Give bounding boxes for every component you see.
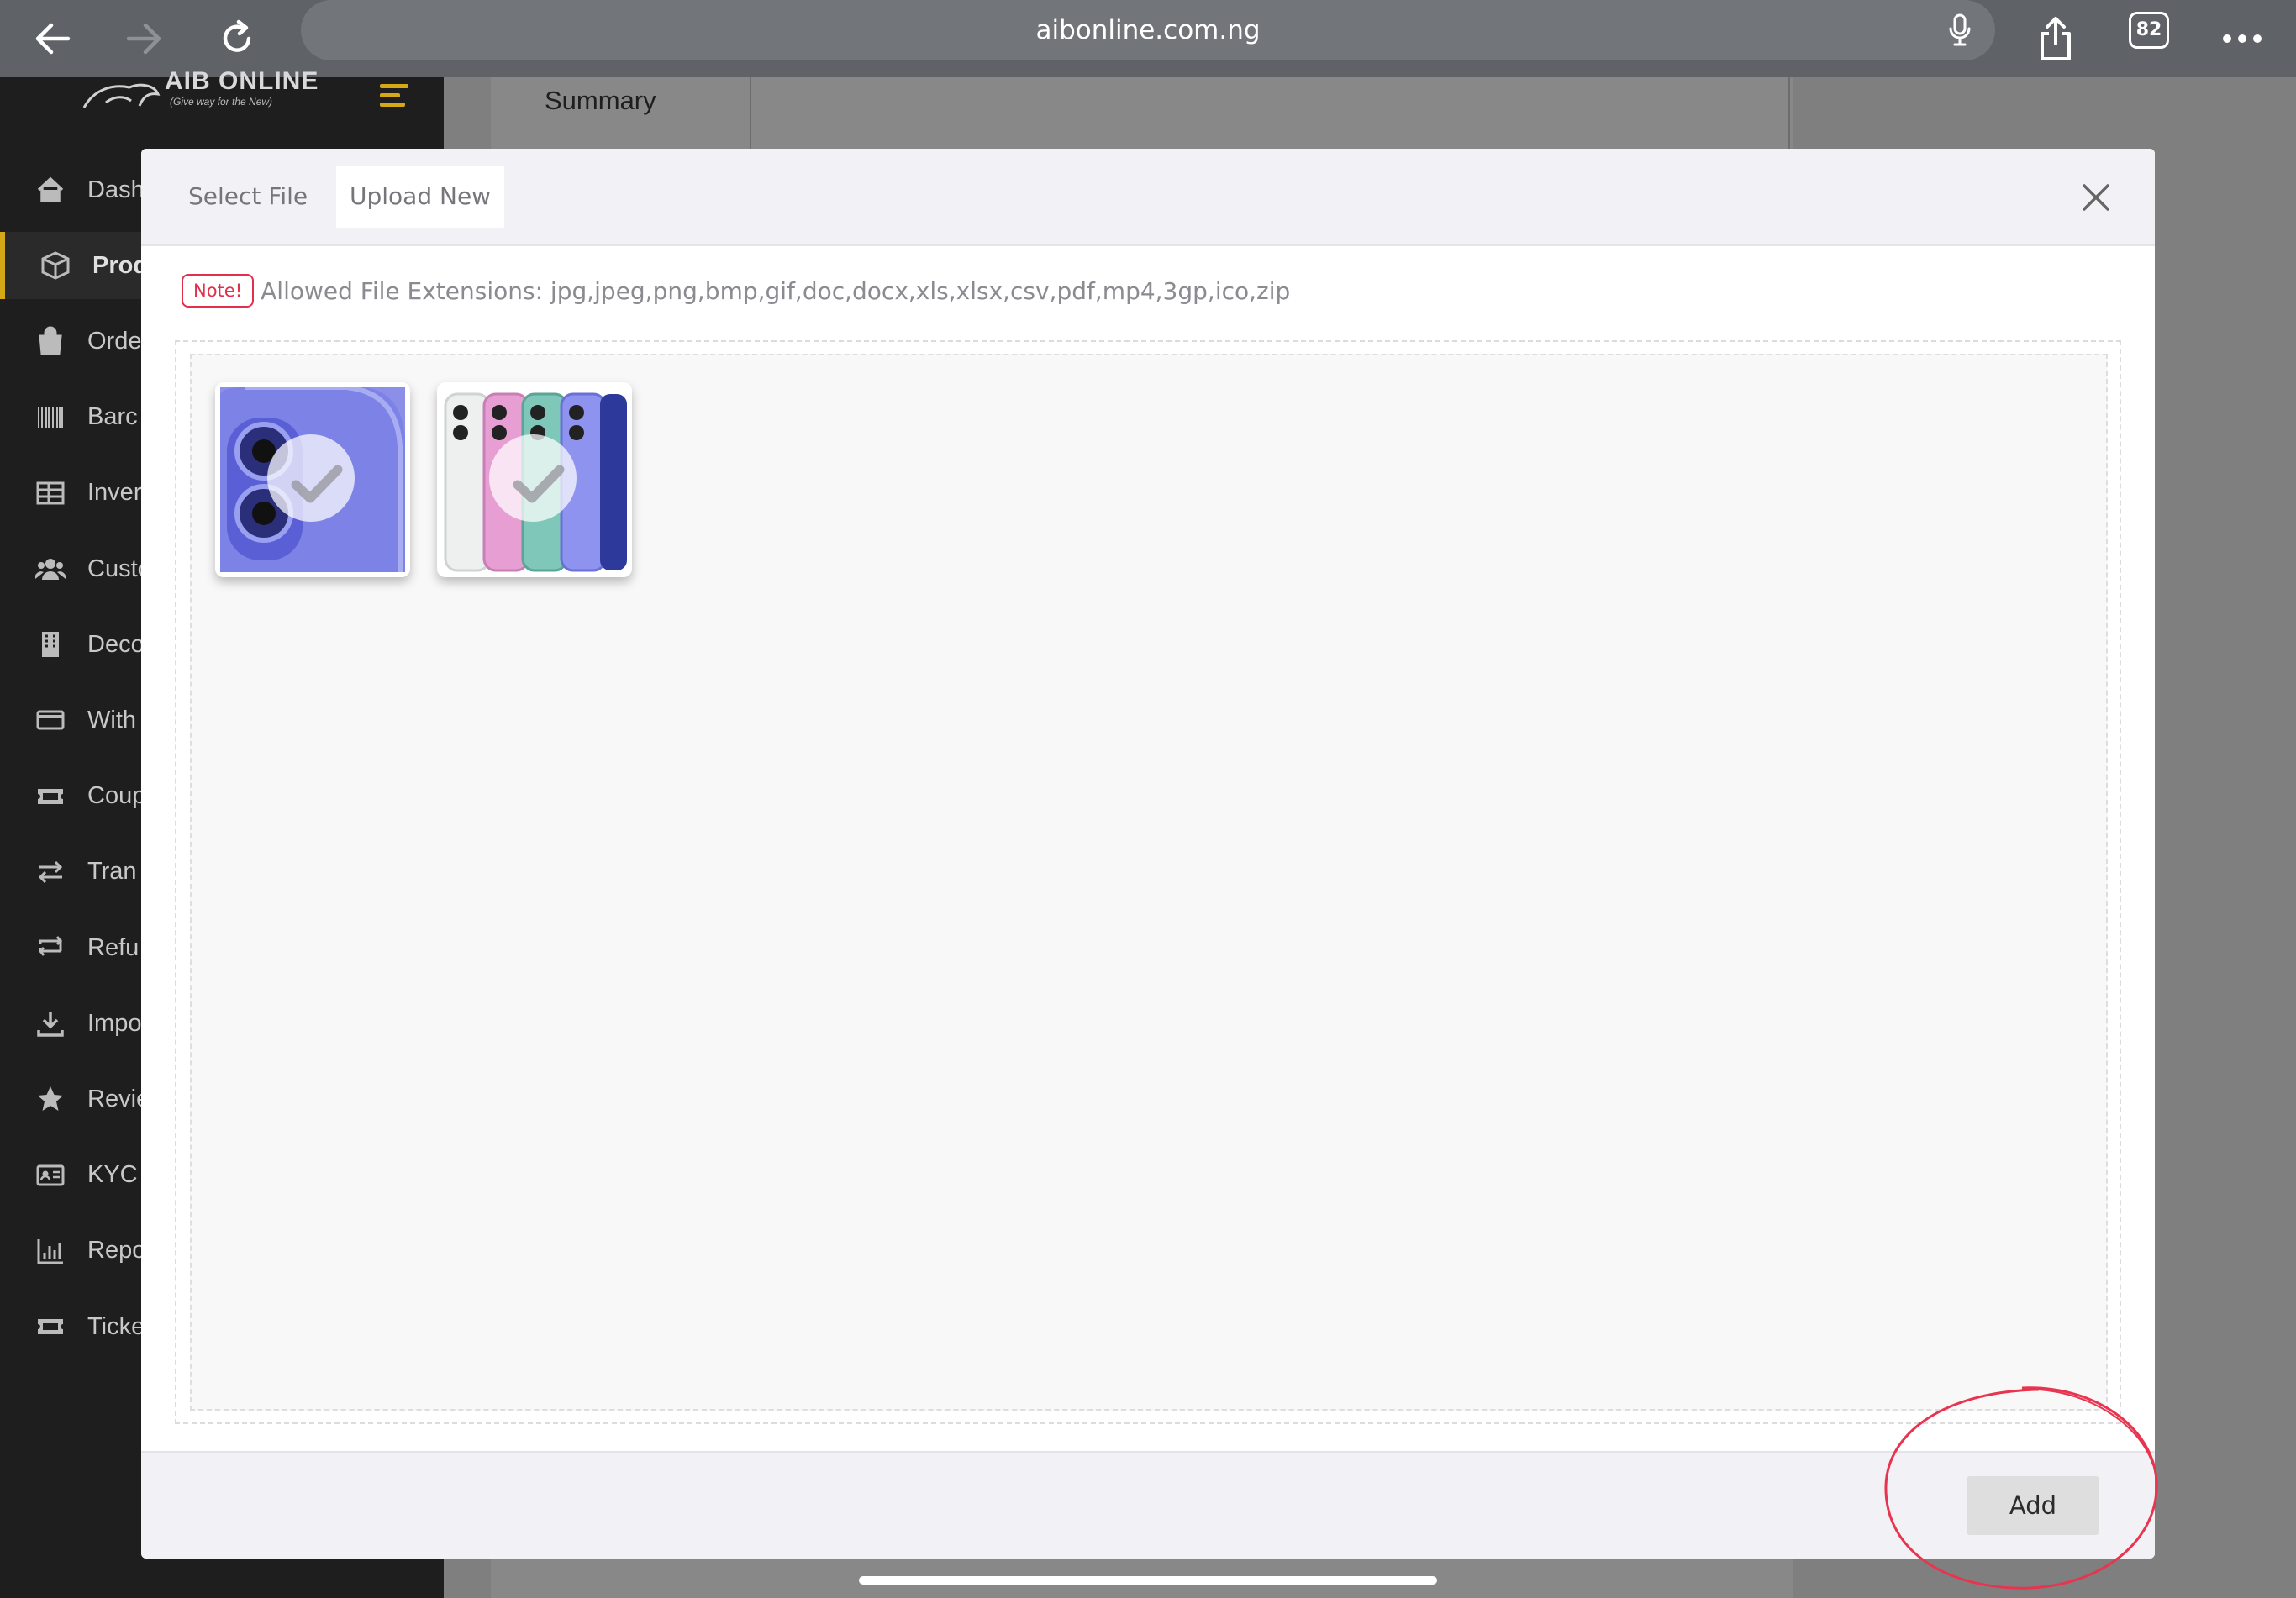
ticket-icon: [35, 1312, 66, 1342]
refund-icon: [35, 933, 66, 963]
file-picker-modal: Select File Upload New Note! Allowed Fil…: [141, 149, 2155, 1559]
modal-footer: Add: [141, 1451, 2155, 1559]
more-icon[interactable]: [2212, 8, 2272, 69]
sidebar-item-label: KYC: [87, 1161, 138, 1189]
logo-tagline: (Give way for the New): [170, 96, 273, 108]
browser-toolbar: aibonline.com.ng 82: [0, 0, 2296, 77]
sidebar-item-label: Barc: [87, 403, 138, 431]
forward-arrow-icon[interactable]: [114, 8, 175, 69]
url-text: aibonline.com.ng: [1035, 15, 1261, 45]
summary-label: Summary: [545, 86, 656, 115]
tab-select-file[interactable]: Select File: [175, 166, 321, 228]
sidebar-item-label: Coup: [87, 782, 146, 810]
note-badge: Note!: [182, 274, 255, 308]
note-row: Note! Allowed File Extensions: jpg,jpeg,…: [182, 273, 1290, 308]
sidebar-item-label: Repo: [87, 1237, 146, 1264]
selected-check-icon: [267, 434, 355, 522]
shopping-bag-icon: [35, 326, 66, 356]
download-icon: [35, 1008, 66, 1038]
red-circle-annotation: [1884, 1386, 2158, 1590]
sidebar-item-label: Deco: [87, 630, 145, 658]
sidebar-item-label: Inver: [87, 479, 142, 507]
close-icon[interactable]: [2074, 176, 2118, 219]
building-icon: [35, 629, 66, 660]
sidebar-item-label: With: [87, 706, 136, 733]
share-icon[interactable]: [2025, 8, 2086, 69]
file-thumbnail[interactable]: [215, 382, 410, 577]
id-card-icon: [35, 1160, 66, 1191]
sidebar-item-label: Refu: [87, 933, 140, 961]
sidebar-item-label: Orde: [87, 327, 142, 355]
panel-border: [1788, 77, 1790, 153]
sidebar-item-label: Prod: [92, 251, 149, 279]
sidebar-item-label: Ticke: [87, 1312, 145, 1340]
users-icon: [35, 554, 66, 584]
allowed-extensions-text: Allowed File Extensions: jpg,jpeg,png,bm…: [261, 276, 1291, 305]
file-thumbnail[interactable]: [437, 382, 632, 577]
box-icon: [40, 250, 71, 281]
home-indicator: [859, 1576, 1437, 1585]
address-bar[interactable]: aibonline.com.ng: [301, 0, 1995, 60]
tabs-icon[interactable]: 82: [2129, 12, 2169, 49]
ticket-icon: [35, 781, 66, 812]
lion-logo-icon: [82, 83, 161, 108]
sidebar-item-label: Impo: [87, 1009, 142, 1037]
barcode-icon: [35, 402, 66, 433]
logo[interactable]: AIB ONLINE (Give way for the New): [81, 67, 333, 116]
selected-check-icon: [489, 434, 577, 522]
home-icon: [35, 175, 66, 205]
tab-upload-new[interactable]: Upload New: [336, 166, 505, 228]
bar-chart-icon: [35, 1236, 66, 1266]
star-icon: [35, 1084, 66, 1114]
credit-card-icon: [35, 705, 66, 735]
sidebar-item-label: Tran: [87, 858, 137, 886]
menu-toggle-icon[interactable]: [380, 84, 408, 112]
modal-header: Select File Upload New: [141, 149, 2155, 246]
exchange-icon: [35, 857, 66, 887]
summary-tab[interactable]: Summary: [491, 77, 751, 153]
file-drop-zone[interactable]: [175, 340, 2121, 1424]
table-icon: [35, 478, 66, 508]
back-arrow-icon[interactable]: [22, 8, 82, 69]
sidebar-item-label: Dash: [87, 176, 145, 203]
logo-text: AIB ONLINE: [165, 67, 319, 95]
reload-icon[interactable]: [207, 8, 267, 69]
microphone-icon[interactable]: [1941, 12, 1978, 49]
file-grid: [190, 354, 2108, 1411]
